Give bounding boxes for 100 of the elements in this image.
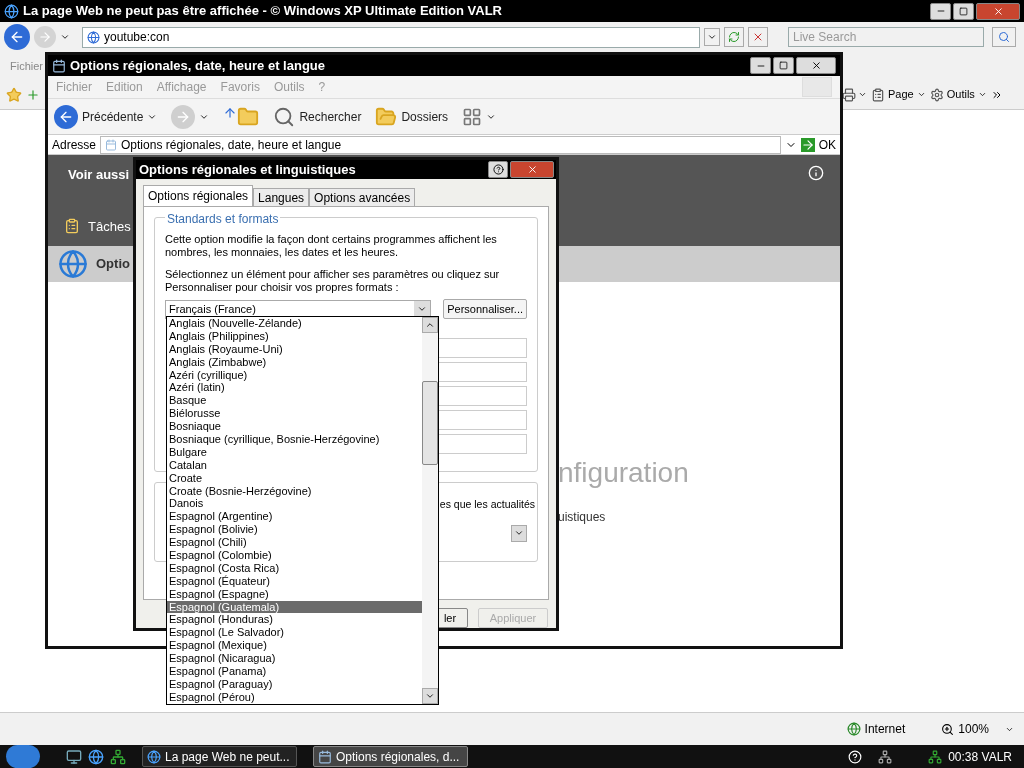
list-option[interactable]: Espagnol (Chili) (167, 536, 422, 550)
list-option[interactable]: Espagnol (Bolivie) (167, 523, 422, 537)
back-button[interactable] (4, 24, 30, 50)
help-button[interactable] (488, 161, 508, 178)
list-option[interactable]: Biélorusse (167, 407, 422, 421)
address-field[interactable]: youtube:con (82, 26, 700, 48)
stop-button[interactable] (748, 27, 768, 47)
list-option[interactable]: Espagnol (Colombie) (167, 549, 422, 562)
minimize-button[interactable] (930, 2, 951, 20)
list-option[interactable]: Espagnol (Guatemala) (167, 600, 422, 614)
close-icon (992, 5, 1004, 17)
toolbar-button[interactable]: Page (871, 86, 926, 103)
list-option[interactable]: Espagnol (Équateur) (167, 574, 422, 588)
folder-up-icon (223, 105, 260, 128)
dropdown-button[interactable] (511, 524, 527, 542)
caret-icon (707, 32, 717, 42)
address-text: youtube:con (104, 29, 170, 46)
list-option[interactable]: Anglais (Nouvelle-Zélande) (167, 317, 422, 330)
tasks-icon (64, 218, 80, 235)
page-icon (871, 87, 885, 102)
scrollbar-thumb[interactable] (422, 381, 438, 465)
toolbar-button[interactable]: Dossiers (401, 107, 449, 126)
list-option[interactable]: Croate (167, 471, 422, 485)
list-option[interactable]: Espagnol (Nicaragua) (167, 652, 422, 666)
category-title: Optio (96, 255, 130, 274)
start-button[interactable] (6, 745, 40, 768)
list-option[interactable]: Espagnol (Le Salvador) (167, 626, 422, 640)
list-option[interactable]: Basque (167, 394, 422, 408)
go-button[interactable]: OK (800, 135, 836, 154)
page-icon (105, 138, 118, 151)
page-icon (87, 30, 100, 44)
tray-icon[interactable] (928, 749, 943, 764)
list-option[interactable]: Espagnol (Mexique) (167, 639, 422, 653)
list-option[interactable]: Anglais (Royaume-Uni) (167, 342, 422, 356)
instruction: Sélectionnez un élément pour afficher ses paramètres ou cliquez sur Personnaliser pour choisir vos propres formats : (165, 268, 501, 294)
caret-icon (977, 90, 987, 99)
list-option[interactable]: Catalan (167, 458, 422, 472)
network-icon[interactable] (110, 748, 126, 765)
help-icon[interactable] (848, 749, 863, 764)
network-icon[interactable] (878, 749, 893, 764)
list-option[interactable]: Espagnol (Espagne) (167, 587, 422, 601)
list-option[interactable]: Espagnol (Argentine) (167, 510, 422, 524)
globe-icon (846, 722, 861, 736)
refresh-button[interactable] (724, 27, 744, 47)
window-title: Options régionales, date, heure et langue (70, 56, 326, 75)
stop-icon (752, 31, 764, 43)
views-icon (462, 106, 483, 127)
list-option[interactable]: Anglais (Philippines) (167, 329, 422, 343)
select-value: Français (France) (169, 301, 256, 317)
print-icon[interactable] (842, 87, 856, 102)
help-icon (492, 164, 504, 175)
list-option[interactable]: Espagnol (Paraguay) (167, 677, 422, 691)
zoom-icon (941, 722, 955, 736)
list-option[interactable]: Azéri (cyrillique) (167, 368, 422, 382)
list-option[interactable]: Espagnol (Panama) (167, 665, 422, 678)
sidebar-item: Tâches (88, 217, 131, 236)
gear-icon (929, 87, 944, 102)
list-option[interactable]: Espagnol (Costa Rica) (167, 561, 422, 575)
maximize-icon (959, 6, 968, 16)
list-option[interactable]: Anglais (Zimbabwe) (167, 355, 422, 369)
caret-icon[interactable] (858, 90, 867, 99)
list-option[interactable]: Bulgare (167, 445, 422, 459)
address-field[interactable]: Options régionales, date, heure et langue (100, 135, 781, 154)
regional-options-icon (58, 249, 88, 279)
close-button[interactable] (976, 2, 1020, 20)
list-option[interactable]: Espagnol (Pérou) (167, 690, 422, 704)
history-caret-icon[interactable] (60, 32, 70, 42)
taskbar-button[interactable]: Options régionales, d... (313, 746, 468, 767)
list-option[interactable]: Bosniaque (167, 420, 422, 433)
search-icon (998, 31, 1010, 43)
tab[interactable]: Options avancées (309, 188, 416, 206)
close-icon (810, 60, 822, 71)
address-text: Options régionales, date, heure et langue (121, 137, 342, 152)
list-option[interactable]: Bosniaque (cyrillique, Bosnie-Herzégovine) (167, 433, 422, 446)
folders-icon (375, 105, 398, 128)
list-option[interactable]: Espagnol (Honduras) (167, 613, 422, 627)
toolbar-button[interactable]: Rechercher (299, 107, 362, 126)
info-icon (808, 165, 824, 181)
browser-icon[interactable] (88, 748, 104, 765)
tab[interactable]: Langues (253, 188, 310, 206)
customize-button[interactable]: Personnaliser... (443, 299, 527, 319)
window-icon (52, 58, 66, 73)
show-desktop-icon[interactable] (66, 748, 82, 765)
list-option[interactable]: Azéri (latin) (167, 381, 422, 395)
magnifier-icon (273, 105, 296, 128)
calendar-icon (318, 749, 332, 764)
toolbar-button[interactable]: Outils (929, 86, 987, 103)
list-option[interactable]: Danois (167, 497, 422, 511)
caret-icon (916, 90, 926, 99)
refresh-icon (728, 31, 740, 43)
tab[interactable]: Options régionales (143, 185, 254, 206)
maximize-button[interactable] (953, 2, 974, 20)
zoom-button[interactable]: 100% (941, 720, 1014, 738)
toolbar-button[interactable]: Précédente (82, 107, 144, 126)
search-field[interactable]: Live Search (788, 27, 984, 47)
search-button[interactable] (992, 27, 1016, 47)
taskbar-button[interactable]: La page Web ne peut... (142, 746, 297, 767)
description: es que les actualités (439, 497, 535, 512)
list-option[interactable]: Croate (Bosnie-Herzégovine) (167, 484, 422, 498)
close-button[interactable] (796, 57, 836, 74)
